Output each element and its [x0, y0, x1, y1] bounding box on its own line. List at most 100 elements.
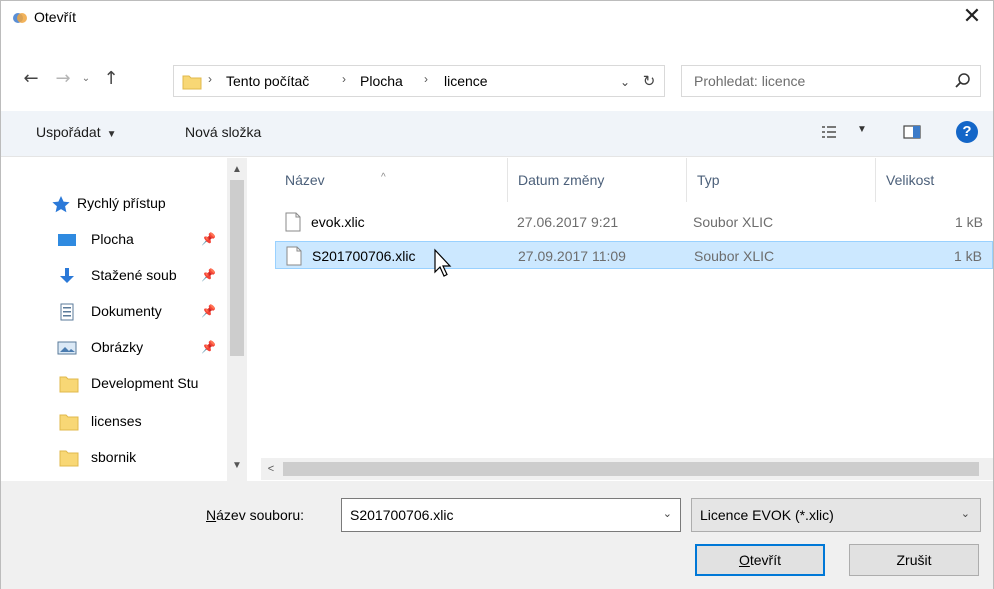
file-type-filter[interactable]: Licence EVOK (*.xlic) ⌄: [691, 498, 981, 532]
column-label: Typ: [697, 172, 720, 188]
breadcrumb-separator: ›: [342, 72, 346, 86]
search-box[interactable]: Prohledat: licence: [681, 65, 981, 97]
filename-label-accesskey: N: [206, 507, 217, 523]
address-bar[interactable]: › Tento počítač › Plocha › licence ⌄ ↻: [173, 65, 665, 97]
file-name: S201700706.xlic: [312, 248, 416, 264]
window-title: Otevřít: [34, 9, 77, 25]
pin-icon: 📌: [201, 268, 216, 282]
caret-down-icon: ▼: [106, 129, 117, 140]
search-input[interactable]: Prohledat: licence: [694, 73, 805, 89]
scroll-up-icon[interactable]: ▲: [227, 162, 247, 178]
column-label: Název: [285, 172, 325, 188]
column-label: Datum změny: [518, 172, 605, 188]
column-header-name[interactable]: ^ Název: [261, 158, 507, 202]
star-icon: [52, 196, 70, 213]
filename-field[interactable]: S201700706.xlic ⌄: [341, 498, 681, 532]
preview-pane-icon[interactable]: [903, 125, 921, 139]
nav-item-documents[interactable]: Dokumenty 📌: [1, 298, 227, 326]
download-icon: [60, 268, 74, 283]
nav-item-desktop[interactable]: Plocha 📌: [1, 226, 227, 254]
nav-item-label: licenses: [91, 413, 142, 429]
recent-locations-icon[interactable]: ⌄: [79, 67, 93, 91]
nav-item-label: Stažené soub: [91, 267, 177, 283]
breadcrumb-separator: ›: [424, 72, 428, 86]
sort-ascending-icon: ^: [381, 172, 386, 183]
open-file-dialog: Otevřít ✕ ← → ⌄ ↑ › Tento počítač › Ploc…: [0, 0, 994, 589]
file-row[interactable]: evok.xlic 27.06.2017 9:21 Soubor XLIC 1 …: [275, 208, 993, 236]
title-bar: Otevřít ✕: [1, 1, 993, 35]
file-icon: [286, 246, 302, 266]
refresh-icon[interactable]: ↻: [638, 70, 660, 92]
nav-item-label: Plocha: [91, 231, 134, 247]
organize-button[interactable]: Uspořádat ▼: [36, 124, 117, 140]
navigation-pane-scrollbar[interactable]: ▲ ▼: [227, 158, 247, 481]
close-icon[interactable]: ✕: [957, 3, 987, 33]
file-date: 27.09.2017 11:09: [518, 248, 626, 264]
nav-item-pictures[interactable]: Obrázky 📌: [1, 334, 227, 362]
filter-value: Licence EVOK (*.xlic): [700, 507, 834, 523]
documents-icon: [60, 303, 74, 321]
column-label: Velikost: [886, 172, 935, 188]
scrollbar-thumb[interactable]: [283, 462, 979, 476]
breadcrumb-this-pc[interactable]: Tento počítač: [226, 73, 309, 89]
file-type: Soubor XLIC: [694, 248, 775, 264]
mouse-pointer-icon: [434, 248, 452, 277]
nav-item-label: Obrázky: [91, 339, 144, 355]
organize-label: Uspořádat: [36, 124, 101, 140]
app-icon: [13, 13, 27, 23]
new-folder-button[interactable]: Nová složka: [185, 124, 261, 140]
nav-item-label: sbornik: [91, 449, 137, 465]
file-size: 1 kB: [953, 248, 982, 264]
open-label-text: tevřít: [749, 552, 781, 568]
breadcrumb-desktop[interactable]: Plocha: [360, 73, 403, 89]
column-header-type[interactable]: Typ: [687, 158, 875, 202]
scroll-down-icon[interactable]: ▼: [227, 458, 247, 474]
cancel-button[interactable]: Zrušit: [849, 544, 979, 576]
file-type: Soubor XLIC: [693, 214, 774, 230]
nav-item-label: Development Stu: [91, 375, 199, 391]
file-icon: [285, 212, 301, 232]
chevron-down-icon[interactable]: ⌄: [616, 72, 634, 92]
breadcrumb-licence[interactable]: licence: [444, 73, 488, 89]
command-bar: Uspořádat ▼ Nová složka ▼ ?: [1, 111, 993, 157]
nav-item-development-studio[interactable]: Development Stu: [1, 370, 227, 398]
nav-item-downloads[interactable]: Stažené soub 📌: [1, 262, 227, 290]
file-size: 1 kB: [954, 214, 983, 230]
desktop-icon: [58, 234, 76, 246]
filename-value[interactable]: S201700706.xlic: [350, 507, 454, 523]
file-list-horizontal-scrollbar[interactable]: <: [261, 458, 993, 480]
open-label-accesskey: O: [738, 552, 750, 568]
back-arrow-icon[interactable]: ←: [17, 67, 45, 91]
nav-item-label: Rychlý přístup: [77, 195, 166, 211]
folder-icon: [182, 75, 202, 90]
column-header-date[interactable]: Datum změny: [508, 158, 686, 202]
pin-icon: 📌: [201, 304, 216, 318]
file-row-selected[interactable]: S201700706.xlic 27.09.2017 11:09 Soubor …: [275, 241, 993, 269]
dialog-footer: Název souboru: S201700706.xlic ⌄ Licence…: [1, 481, 993, 589]
pictures-icon: [57, 341, 77, 355]
nav-item-licenses[interactable]: licenses: [1, 408, 227, 436]
chevron-down-icon[interactable]: ⌄: [961, 507, 970, 520]
folder-icon: [59, 376, 79, 393]
up-arrow-icon[interactable]: ↑: [97, 67, 125, 91]
column-header-size[interactable]: Velikost: [876, 158, 993, 202]
file-name: evok.xlic: [311, 214, 365, 230]
open-button[interactable]: Otevřít: [695, 544, 825, 576]
nav-item-quick-access[interactable]: Rychlý přístup: [1, 190, 227, 218]
search-icon[interactable]: [954, 72, 972, 90]
navigation-bar: ← → ⌄ ↑ › Tento počítač › Plocha › licen…: [1, 61, 993, 101]
nav-item-sbornik[interactable]: sbornik: [1, 444, 227, 472]
view-details-icon[interactable]: [821, 125, 837, 139]
file-list: ^ Název Datum změny Typ Velikost evok.xl…: [261, 158, 993, 458]
scroll-left-icon[interactable]: <: [263, 461, 279, 477]
navigation-pane: Rychlý přístup Plocha 📌 Stažené soub 📌 D…: [1, 158, 247, 481]
pin-icon: 📌: [201, 232, 216, 246]
breadcrumb-separator: ›: [208, 72, 212, 86]
forward-arrow-icon[interactable]: →: [49, 67, 77, 91]
scrollbar-thumb[interactable]: [230, 180, 244, 356]
pin-icon: 📌: [201, 340, 216, 354]
help-icon[interactable]: ?: [956, 121, 978, 143]
folder-icon: [59, 414, 79, 431]
view-options-caret-icon[interactable]: ▼: [857, 124, 867, 135]
chevron-down-icon[interactable]: ⌄: [663, 507, 672, 520]
